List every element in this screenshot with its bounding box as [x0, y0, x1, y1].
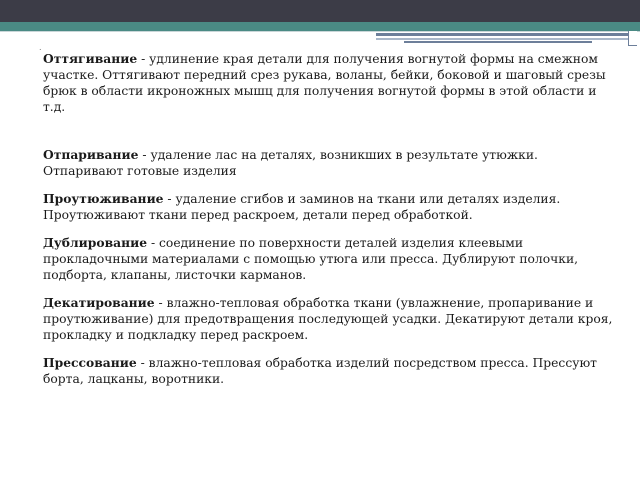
definition-paragraph: Оттягивание - удлинение края детали для … — [43, 51, 613, 115]
definition-paragraph: Декатирование - влажно-тепловая обработк… — [43, 295, 613, 343]
definition-paragraph: Прессование - влажно-тепловая обработка … — [43, 355, 613, 387]
decorative-stripe-top — [376, 33, 630, 36]
definition-paragraph: Проутюживание - удаление сгибов и замино… — [43, 191, 613, 223]
definition-term: Оттягивание — [43, 51, 138, 66]
definition-term: Декатирование — [43, 295, 155, 310]
decorative-stripe-bottom — [404, 41, 592, 43]
decorative-corner-bracket — [628, 31, 637, 46]
header-teal-bar — [0, 22, 640, 31]
slide-marker-dot: . — [39, 43, 42, 52]
definition-term: Дублирование — [43, 235, 148, 250]
definition-term: Проутюживание — [43, 191, 164, 206]
presentation-slide: . Оттягивание - удлинение края детали дл… — [0, 0, 640, 480]
header-divider-line — [0, 31, 640, 32]
definition-paragraph: Отпаривание - удаление лас на деталях, в… — [43, 147, 613, 179]
definition-term: Отпаривание — [43, 147, 139, 162]
definition-paragraph: Дублирование - соединение по поверхности… — [43, 235, 613, 283]
slide-body: Оттягивание - удлинение края детали для … — [43, 51, 613, 387]
decorative-stripe-middle — [376, 38, 630, 40]
header-dark-bar — [0, 0, 640, 22]
definition-term: Прессование — [43, 355, 137, 370]
